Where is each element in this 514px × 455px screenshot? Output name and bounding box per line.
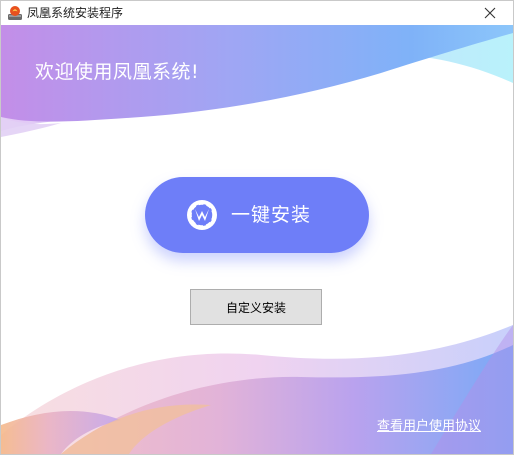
- phoenix-app-icon: [7, 5, 23, 21]
- close-icon: [484, 4, 496, 23]
- phoenix-logo-icon: [186, 199, 218, 231]
- install-button-label: 一键安装: [231, 204, 312, 226]
- close-button[interactable]: [467, 1, 513, 25]
- user-agreement-link[interactable]: 查看用户使用协议: [377, 415, 481, 434]
- content-area: 欢迎使用凤凰系统! 一键安装 自定义安装 查看用户使用协议: [1, 25, 513, 454]
- one-click-install-button[interactable]: 一键安装: [145, 177, 369, 253]
- title-bar: 凤凰系统安装程序: [1, 1, 513, 25]
- installer-window: 凤凰系统安装程序 欢迎使用凤凰系统! 一键安装 自定义安装 查看用户使用协议: [0, 0, 514, 455]
- custom-install-button[interactable]: 自定义安装: [190, 289, 322, 325]
- welcome-heading: 欢迎使用凤凰系统!: [35, 61, 200, 83]
- window-title: 凤凰系统安装程序: [27, 6, 124, 20]
